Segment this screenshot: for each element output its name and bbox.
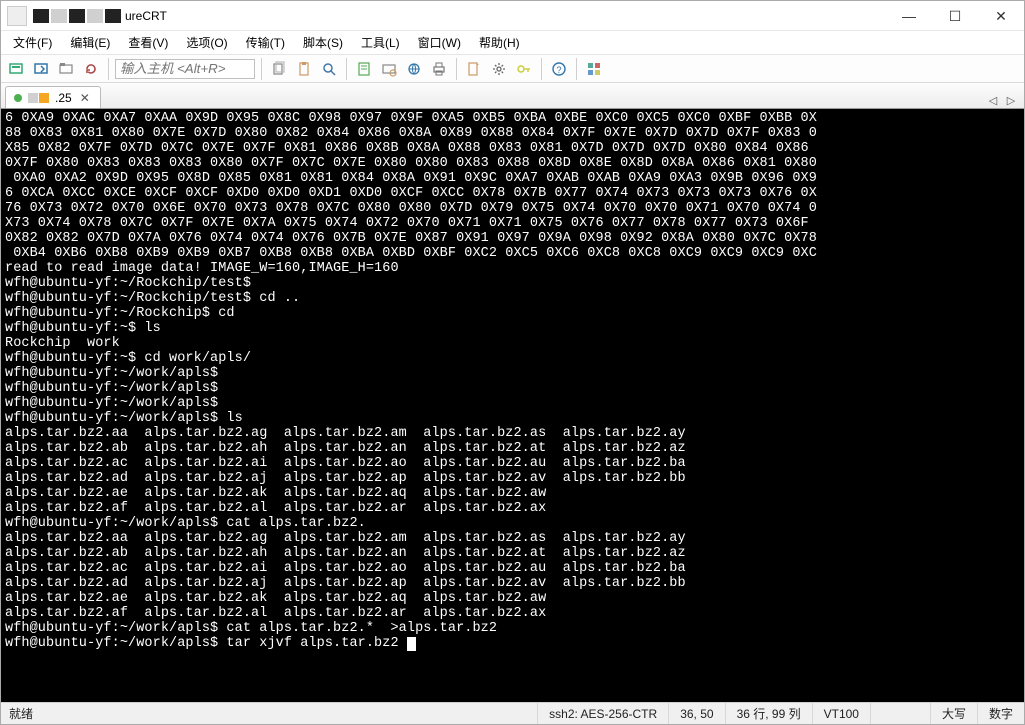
toolbar-session-options-icon[interactable] bbox=[378, 58, 400, 80]
app-window: ureCRT — ☐ ✕ 文件(F) 编辑(E) 查看(V) 选项(O) 传输(… bbox=[0, 0, 1025, 725]
status-term: VT100 bbox=[812, 703, 870, 724]
status-cipher: ssh2: AES-256-CTR bbox=[537, 703, 668, 724]
toolbar-separator bbox=[456, 58, 457, 80]
toolbar-global-options-icon[interactable] bbox=[403, 58, 425, 80]
menu-transfer[interactable]: 传输(T) bbox=[240, 32, 291, 53]
toolbar-help-icon[interactable]: ? bbox=[548, 58, 570, 80]
svg-text:?: ? bbox=[556, 65, 561, 75]
status-size: 36 行, 99 列 bbox=[725, 703, 812, 724]
toolbar-grid-icon[interactable] bbox=[583, 58, 605, 80]
status-caps: 大写 bbox=[930, 703, 977, 724]
menu-options[interactable]: 选项(O) bbox=[180, 32, 233, 53]
close-button[interactable]: ✕ bbox=[978, 1, 1024, 31]
toolbar-new-session-icon[interactable] bbox=[463, 58, 485, 80]
status-bar: 就绪 ssh2: AES-256-CTR 36, 50 36 行, 99 列 V… bbox=[1, 702, 1024, 724]
toolbar-separator bbox=[108, 58, 109, 80]
tab-status-led bbox=[14, 94, 22, 102]
toolbar-reconnect-icon[interactable] bbox=[80, 58, 102, 80]
toolbar-separator bbox=[346, 58, 347, 80]
menu-tools[interactable]: 工具(L) bbox=[355, 32, 406, 53]
toolbar-connect-tab-icon[interactable] bbox=[55, 58, 77, 80]
menu-file[interactable]: 文件(F) bbox=[7, 32, 58, 53]
menu-window[interactable]: 窗口(W) bbox=[412, 32, 467, 53]
status-ready: 就绪 bbox=[1, 703, 537, 724]
toolbar-paste-icon[interactable] bbox=[293, 58, 315, 80]
menu-edit[interactable]: 编辑(E) bbox=[64, 32, 116, 53]
title-blur bbox=[33, 9, 121, 23]
tab-nav-right-icon[interactable]: ▷ bbox=[1004, 94, 1018, 108]
menu-script[interactable]: 脚本(S) bbox=[297, 32, 349, 53]
toolbar-separator bbox=[261, 58, 262, 80]
app-icon bbox=[7, 6, 27, 26]
status-cursor: 36, 50 bbox=[668, 703, 724, 724]
toolbar: ? bbox=[1, 55, 1024, 83]
toolbar-print-icon[interactable] bbox=[428, 58, 450, 80]
toolbar-find-icon[interactable] bbox=[318, 58, 340, 80]
toolbar-quick-connect-icon[interactable] bbox=[30, 58, 52, 80]
toolbar-copy-icon[interactable] bbox=[268, 58, 290, 80]
title-bar[interactable]: ureCRT — ☐ ✕ bbox=[1, 1, 1024, 31]
toolbar-connect-icon[interactable] bbox=[5, 58, 27, 80]
toolbar-separator bbox=[541, 58, 542, 80]
tab-close-icon[interactable]: ✕ bbox=[78, 91, 92, 105]
tab-strip: .25 ✕ ◁ ▷ bbox=[1, 83, 1024, 109]
status-num: 数字 bbox=[977, 703, 1024, 724]
toolbar-key-icon[interactable] bbox=[513, 58, 535, 80]
toolbar-separator bbox=[576, 58, 577, 80]
maximize-button[interactable]: ☐ bbox=[932, 1, 978, 31]
toolbar-settings-icon[interactable] bbox=[488, 58, 510, 80]
tab-title-blur bbox=[28, 93, 49, 103]
host-input[interactable] bbox=[115, 59, 255, 79]
terminal-cursor bbox=[407, 637, 416, 651]
toolbar-properties-icon[interactable] bbox=[353, 58, 375, 80]
terminal-output[interactable]: 6 0XA9 0XAC 0XA7 0XAA 0X9D 0X95 0X8C 0X9… bbox=[1, 109, 1024, 702]
tab-title-suffix: .25 bbox=[55, 91, 72, 105]
minimize-button[interactable]: — bbox=[886, 1, 932, 31]
window-title: ureCRT bbox=[125, 9, 167, 23]
menu-help[interactable]: 帮助(H) bbox=[473, 32, 526, 53]
menu-view[interactable]: 查看(V) bbox=[122, 32, 174, 53]
tab-nav-left-icon[interactable]: ◁ bbox=[986, 94, 1000, 108]
session-tab[interactable]: .25 ✕ bbox=[5, 86, 101, 108]
menu-bar: 文件(F) 编辑(E) 查看(V) 选项(O) 传输(T) 脚本(S) 工具(L… bbox=[1, 31, 1024, 55]
